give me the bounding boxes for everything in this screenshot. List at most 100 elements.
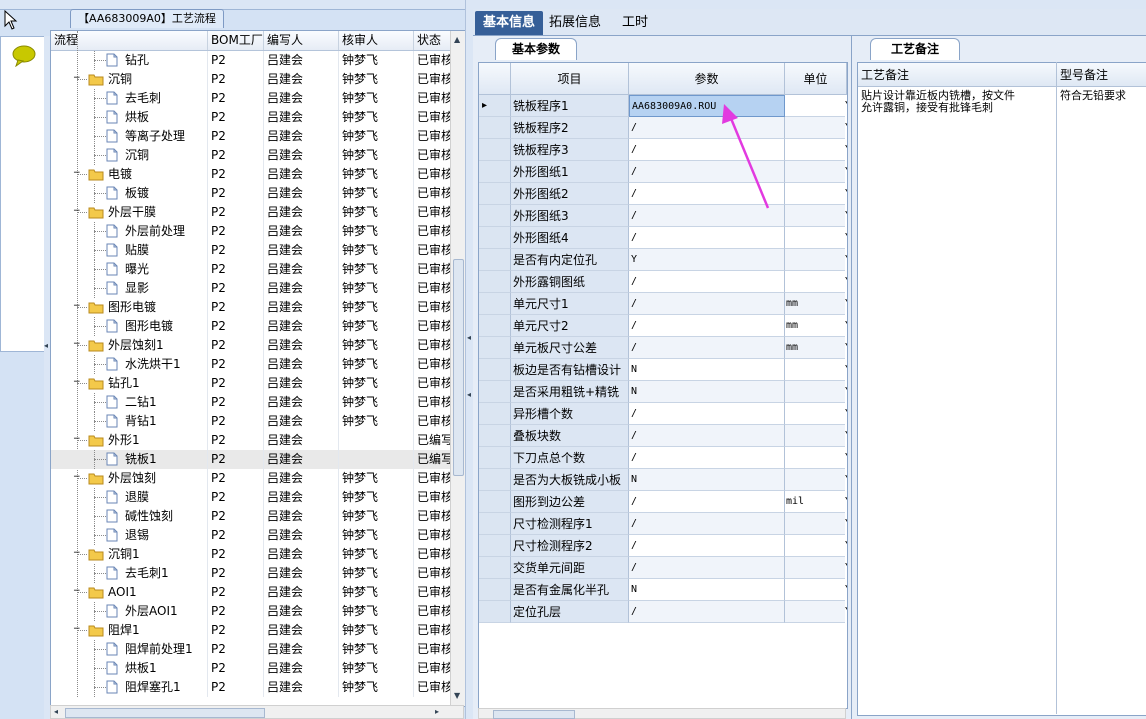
param-value-cell[interactable]: /: [629, 293, 785, 315]
tree-node-cell[interactable]: 阻焊塞孔1: [51, 678, 208, 697]
status-cell[interactable]: 已审核: [414, 488, 451, 507]
param-value-cell[interactable]: /: [629, 403, 785, 425]
status-cell[interactable]: 已审核: [414, 279, 451, 298]
row-indicator[interactable]: [479, 183, 511, 205]
col-header-status[interactable]: 状态: [414, 31, 451, 50]
status-cell[interactable]: 已审核: [414, 678, 451, 697]
writer-cell[interactable]: 吕建会: [264, 564, 339, 583]
status-cell[interactable]: 已审核: [414, 70, 451, 89]
tree-row[interactable]: − 钻孔1 P2 吕建会 钟梦飞 已审核: [51, 374, 451, 393]
writer-cell[interactable]: 吕建会: [264, 431, 339, 450]
row-indicator[interactable]: [479, 271, 511, 293]
param-unit-cell[interactable]: [785, 359, 845, 381]
status-cell[interactable]: 已审核: [414, 526, 451, 545]
param-row[interactable]: 尺寸检测程序1/ Y: [479, 513, 847, 535]
reviewer-cell[interactable]: 钟梦飞: [339, 298, 414, 317]
tab-extended-info[interactable]: 拓展信息: [545, 11, 605, 35]
writer-cell[interactable]: 吕建会: [264, 659, 339, 678]
tab-basic-params[interactable]: 基本参数: [495, 38, 577, 60]
tree-row[interactable]: 背钻1 P2 吕建会 钟梦飞 已审核: [51, 412, 451, 431]
row-indicator[interactable]: [479, 161, 511, 183]
status-cell[interactable]: 已审核: [414, 241, 451, 260]
bom-cell[interactable]: P2: [208, 70, 264, 89]
param-row[interactable]: 异形槽个数/ Y: [479, 403, 847, 425]
collapse-toggle-icon[interactable]: −: [73, 302, 81, 311]
row-indicator[interactable]: [479, 601, 511, 623]
param-value-cell[interactable]: /: [629, 601, 785, 623]
tree-node-cell[interactable]: 铣板1: [51, 450, 208, 469]
tree-node-cell[interactable]: − 电镀: [51, 165, 208, 184]
status-cell[interactable]: 已审核: [414, 127, 451, 146]
tree-node-cell[interactable]: 去毛刺1: [51, 564, 208, 583]
bom-cell[interactable]: P2: [208, 298, 264, 317]
param-value-cell[interactable]: Y: [629, 249, 785, 271]
bom-cell[interactable]: P2: [208, 450, 264, 469]
param-value-cell[interactable]: /: [629, 315, 785, 337]
bom-cell[interactable]: P2: [208, 564, 264, 583]
param-value-cell[interactable]: /: [629, 337, 785, 359]
param-unit-cell[interactable]: [785, 381, 845, 403]
tree-row[interactable]: − 电镀 P2 吕建会 钟梦飞 已审核: [51, 165, 451, 184]
tree-row[interactable]: − 外层干膜 P2 吕建会 钟梦飞 已审核: [51, 203, 451, 222]
param-unit-cell[interactable]: mm: [785, 315, 845, 337]
status-cell[interactable]: 已审核: [414, 507, 451, 526]
param-unit-cell[interactable]: [785, 249, 845, 271]
tree-node-cell[interactable]: 等离子处理: [51, 127, 208, 146]
tree-row[interactable]: 外层前处理 P2 吕建会 钟梦飞 已审核: [51, 222, 451, 241]
status-cell[interactable]: 已审核: [414, 146, 451, 165]
reviewer-cell[interactable]: 钟梦飞: [339, 640, 414, 659]
writer-cell[interactable]: 吕建会: [264, 640, 339, 659]
tree-row[interactable]: 去毛刺1 P2 吕建会 钟梦飞 已审核: [51, 564, 451, 583]
writer-cell[interactable]: 吕建会: [264, 621, 339, 640]
tree-row[interactable]: 外层AOI1 P2 吕建会 钟梦飞 已审核: [51, 602, 451, 621]
bom-cell[interactable]: P2: [208, 336, 264, 355]
tree-row[interactable]: 板镀 P2 吕建会 钟梦飞 已审核: [51, 184, 451, 203]
bom-cell[interactable]: P2: [208, 108, 264, 127]
tree-node-cell[interactable]: 水洗烘干1: [51, 355, 208, 374]
bom-cell[interactable]: P2: [208, 51, 264, 70]
bom-cell[interactable]: P2: [208, 621, 264, 640]
reviewer-cell[interactable]: 钟梦飞: [339, 241, 414, 260]
reviewer-cell[interactable]: 钟梦飞: [339, 393, 414, 412]
tree-row[interactable]: − 图形电镀 P2 吕建会 钟梦飞 已审核: [51, 298, 451, 317]
param-row[interactable]: 铣板程序2/Y: [479, 117, 847, 139]
reviewer-cell[interactable]: 钟梦飞: [339, 317, 414, 336]
writer-cell[interactable]: 吕建会: [264, 241, 339, 260]
row-indicator[interactable]: [479, 337, 511, 359]
tree-row[interactable]: 二钻1 P2 吕建会 钟梦飞 已审核: [51, 393, 451, 412]
tree-row[interactable]: − 外形1 P2 吕建会 已编写: [51, 431, 451, 450]
tree-node-cell[interactable]: − 图形电镀: [51, 298, 208, 317]
writer-cell[interactable]: 吕建会: [264, 393, 339, 412]
reviewer-cell[interactable]: 钟梦飞: [339, 488, 414, 507]
writer-cell[interactable]: 吕建会: [264, 450, 339, 469]
reviewer-cell[interactable]: 钟梦飞: [339, 507, 414, 526]
tree-node-cell[interactable]: − 钻孔1: [51, 374, 208, 393]
writer-cell[interactable]: 吕建会: [264, 317, 339, 336]
writer-cell[interactable]: 吕建会: [264, 602, 339, 621]
param-value-cell[interactable]: N: [629, 359, 785, 381]
writer-cell[interactable]: 吕建会: [264, 583, 339, 602]
param-value-cell[interactable]: /: [629, 491, 785, 513]
tree-row[interactable]: 等离子处理 P2 吕建会 钟梦飞 已审核: [51, 127, 451, 146]
status-cell[interactable]: 已审核: [414, 640, 451, 659]
tree-node-cell[interactable]: 沉铜: [51, 146, 208, 165]
tree-row[interactable]: 阻焊塞孔1 P2 吕建会 钟梦飞 已审核: [51, 678, 451, 697]
row-indicator[interactable]: [479, 535, 511, 557]
status-cell[interactable]: 已编写: [414, 431, 451, 450]
reviewer-cell[interactable]: 钟梦飞: [339, 678, 414, 697]
collapse-toggle-icon[interactable]: −: [73, 625, 81, 634]
tree-node-cell[interactable]: 显影: [51, 279, 208, 298]
tree-node-cell[interactable]: 烘板: [51, 108, 208, 127]
row-indicator[interactable]: ▸: [479, 95, 511, 117]
reviewer-cell[interactable]: 钟梦飞: [339, 146, 414, 165]
tree-node-cell[interactable]: − 外形1: [51, 431, 208, 450]
col-header-writer[interactable]: 编写人: [264, 31, 339, 50]
status-cell[interactable]: 已审核: [414, 355, 451, 374]
param-row[interactable]: 是否采用粗铣+精铣N Y: [479, 381, 847, 403]
status-cell[interactable]: 已审核: [414, 545, 451, 564]
param-unit-cell[interactable]: [785, 579, 845, 601]
tree-row[interactable]: − 沉铜1 P2 吕建会 钟梦飞 已审核: [51, 545, 451, 564]
reviewer-cell[interactable]: [339, 431, 414, 450]
param-unit-cell[interactable]: [785, 161, 845, 183]
bom-cell[interactable]: P2: [208, 355, 264, 374]
